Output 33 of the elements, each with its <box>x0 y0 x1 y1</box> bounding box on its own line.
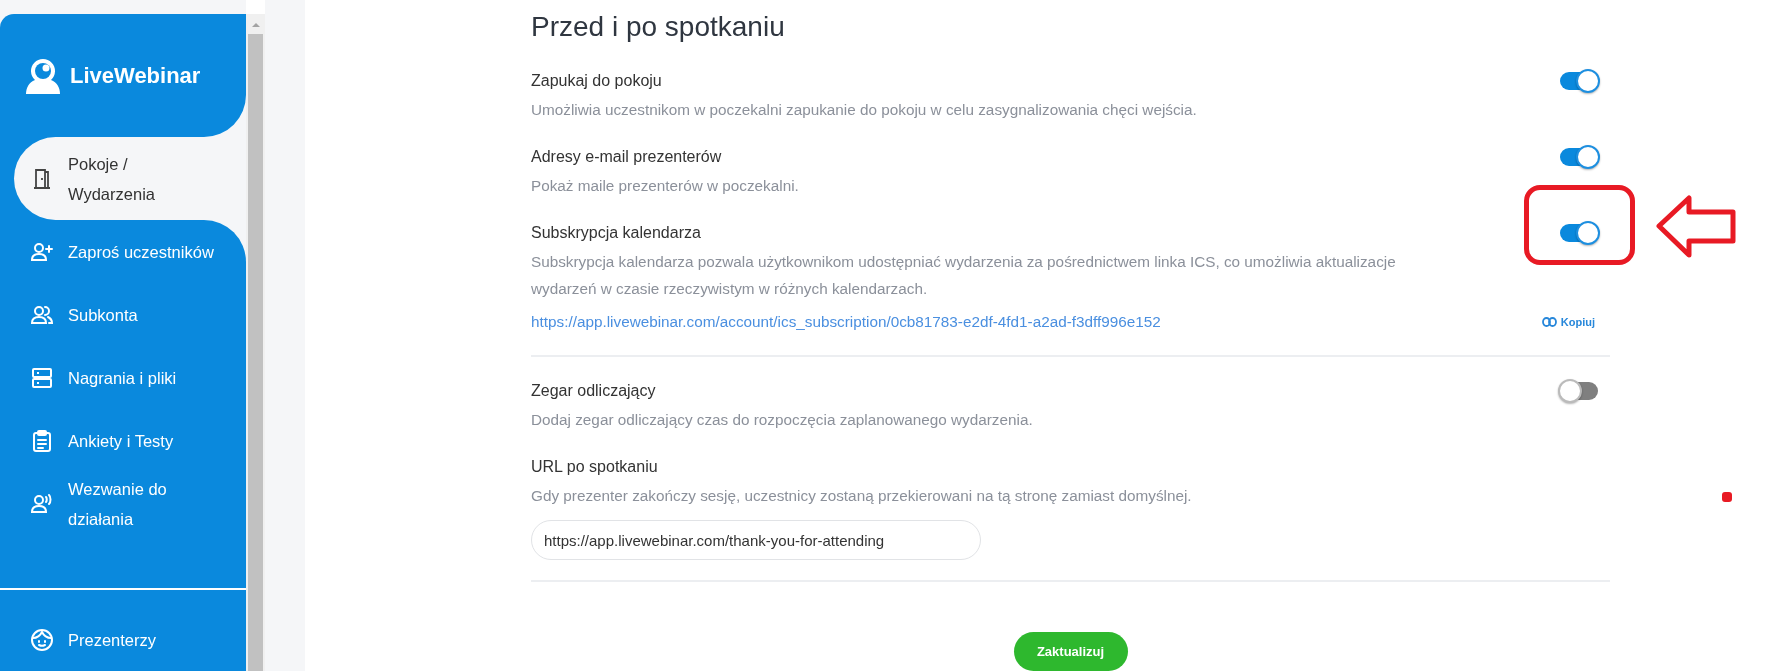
setting-label: Zapukaj do pokoju <box>531 71 662 91</box>
setting-label: Adresy e-mail prezenterów <box>531 147 722 167</box>
toggle-switch[interactable] <box>1560 72 1598 90</box>
setting-label: Zegar odliczający <box>531 381 656 401</box>
toggle-switch[interactable] <box>1560 382 1598 400</box>
storage-icon <box>30 365 54 390</box>
section-title: Przed i po spotkaniu <box>531 10 786 44</box>
sidebar-item[interactable]: Wezwanie do działania <box>0 472 246 535</box>
copy-button[interactable]: Kopiuj <box>1541 315 1595 328</box>
setting-description: Subskrypcja kalendarza pozwala użytkownikom udostępniać wydarzenia za pośrednictwem linka ICS, co umożliwia aktualizacje wydarzeń w czasie rzeczywistym w różnych kalendarzach. <box>531 252 1397 299</box>
scroll-up-icon[interactable] <box>250 20 261 30</box>
sidebar-item[interactable]: Ankiety i Testy <box>0 409 246 472</box>
toggle-switch[interactable] <box>1560 148 1598 166</box>
sidebar-item[interactable]: Pokoje / Wydarzenia <box>14 137 246 220</box>
toggle-switch[interactable] <box>1560 224 1598 242</box>
setting-label: Subskrypcja kalendarza <box>531 223 701 243</box>
sidebar-item[interactable]: Subkonta <box>0 283 246 346</box>
setting-description: Umożliwia uczestnikom w poczekalni zapukanie do pokoju w celu zasygnalizowania chęci wejścia. <box>531 100 1197 120</box>
setting-description: Pokaż maile prezenterów w poczekalni. <box>531 176 799 196</box>
sidebar-item[interactable]: Zaproś uczestników <box>0 220 246 283</box>
user-sound-icon <box>30 491 54 516</box>
clipboard-icon <box>30 428 54 453</box>
sidebar-item[interactable]: Nagrania i pliki <box>0 346 246 409</box>
face-icon <box>30 627 54 652</box>
setting-label: URL po spotkaniu <box>531 457 658 477</box>
scrollbar[interactable] <box>246 14 265 671</box>
logo-text: LiveWebinar <box>70 62 201 89</box>
setting-description: Gdy prezenter zakończy sesję, uczestnicy zostaną przekierowani na tą stronę zamiast domyślnej. <box>531 486 1192 506</box>
link-icon <box>1541 316 1557 327</box>
update-button[interactable]: Zaktualizuj <box>1013 632 1128 671</box>
url-field[interactable]: https://app.livewebinar.com/thank-you-for-attending <box>531 520 981 560</box>
subscription-link[interactable]: https://app.livewebinar.com/account/ics_subscription/0cb81783-e2df-4fd1-a2ad-f3dff996e152 <box>531 308 1161 335</box>
setting-description: Dodaj zegar odliczający czas do rozpoczęcia zaplanowanego wydarzenia. <box>531 410 1033 430</box>
